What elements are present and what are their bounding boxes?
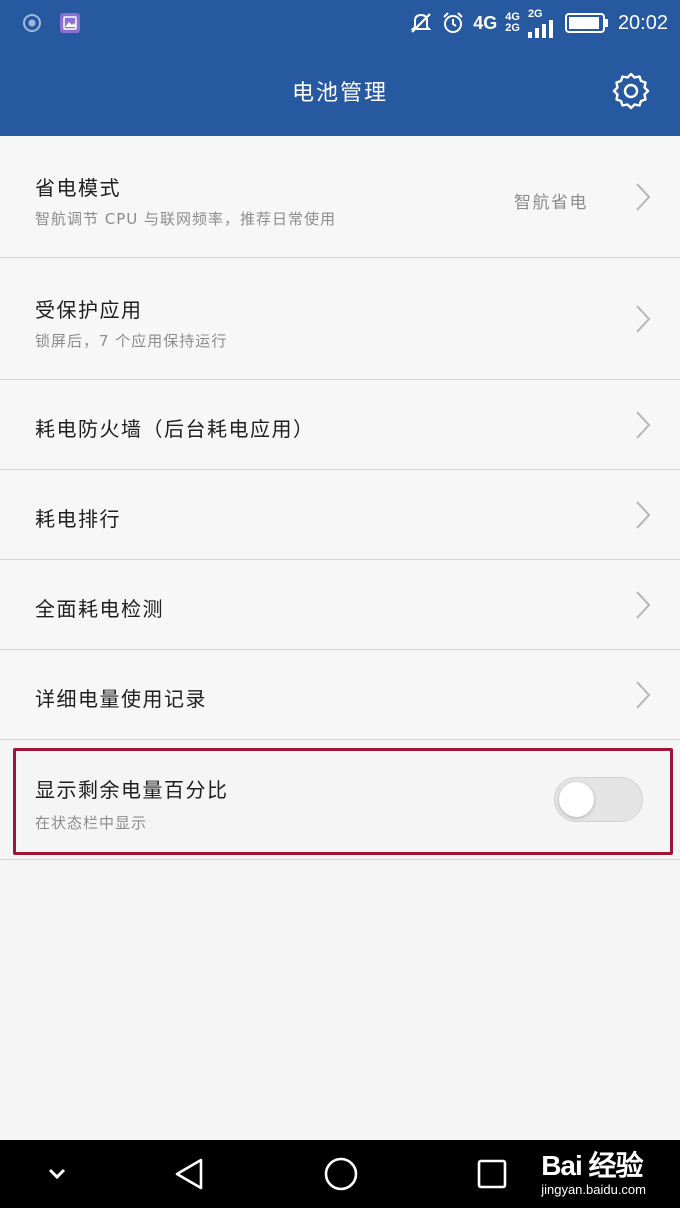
list-item-title: 耗电防火墙（后台耗电应用） [35, 417, 315, 441]
list-item-title: 耗电排行 [35, 507, 121, 531]
list-item-title: 省电模式 [35, 176, 121, 200]
page-title: 电池管理 [291, 81, 388, 106]
back-triangle-icon [175, 1158, 203, 1190]
sim2-network-label: 2G [505, 22, 520, 34]
settings-list: 省电模式 智航调节 CPU 与联网频率，推荐日常使用 智航省电 受保护应用 锁屏… [0, 136, 680, 740]
watermark-url: jingyan.baidu.com [541, 1182, 646, 1197]
settings-button[interactable] [608, 68, 654, 114]
status-bar: 4G 4G 2G 2G 20:02 [0, 0, 680, 46]
status-left [20, 11, 82, 35]
chevron-right-icon [632, 589, 654, 621]
list-item-detailed-usage[interactable]: 详细电量使用记录 [0, 650, 680, 740]
hide-nav-button[interactable] [42, 1154, 72, 1194]
gear-icon [612, 72, 650, 110]
clock: 20:02 [617, 11, 668, 34]
status-right: 4G 4G 2G 2G 20:02 [409, 7, 668, 38]
app-header: 电池管理 [0, 46, 680, 136]
list-item-battery-percentage[interactable]: 显示剩余电量百分比 在状态栏中显示 [0, 738, 680, 860]
list-item-subtitle: 锁屏后，7 个应用保持运行 [35, 332, 228, 350]
notification-circle-icon [20, 11, 44, 35]
list-item-title: 受保护应用 [35, 298, 143, 322]
list-item-protected-apps[interactable]: 受保护应用 锁屏后，7 个应用保持运行 [0, 258, 680, 380]
chevron-right-icon [632, 409, 654, 441]
toggle-item-subtitle: 在状态栏中显示 [35, 814, 148, 832]
chevron-right-icon [632, 181, 654, 213]
list-item-power-ranking[interactable]: 耗电排行 [0, 470, 680, 560]
list-item-value: 智航省电 [514, 193, 588, 213]
chevron-right-icon [632, 499, 654, 531]
list-item-full-power-check[interactable]: 全面耗电检测 [0, 560, 680, 650]
gallery-icon [58, 11, 82, 35]
home-circle-icon [324, 1157, 358, 1191]
list-item-subtitle: 智航调节 CPU 与联网频率，推荐日常使用 [35, 210, 337, 228]
list-item-title: 详细电量使用记录 [35, 687, 207, 711]
home-button[interactable] [320, 1154, 362, 1194]
dual-sim-network: 4G 2G [505, 12, 520, 34]
list-item-title: 全面耗电检测 [35, 597, 164, 621]
network-main-label: 4G [473, 12, 498, 33]
chevron-down-icon [48, 1168, 66, 1180]
chevron-right-icon [632, 303, 654, 335]
mute-icon [409, 11, 433, 35]
toggle-item-title: 显示剩余电量百分比 [35, 778, 229, 802]
signal-icon: 2G [527, 7, 556, 38]
list-item-power-firewall[interactable]: 耗电防火墙（后台耗电应用） [0, 380, 680, 470]
battery-icon [564, 11, 610, 35]
battery-percentage-toggle[interactable] [554, 777, 643, 822]
recents-square-icon [477, 1159, 507, 1189]
list-item-power-saving-mode[interactable]: 省电模式 智航调节 CPU 与联网频率，推荐日常使用 智航省电 [0, 136, 680, 258]
toggle-knob [559, 782, 594, 817]
watermark-brand: Bai 经验 [541, 1150, 643, 1181]
recents-button[interactable] [472, 1154, 512, 1194]
navigation-bar: Bai 经验 jingyan.baidu.com [0, 1140, 680, 1208]
watermark: Bai 经验 jingyan.baidu.com [541, 1144, 646, 1197]
chevron-right-icon [632, 679, 654, 711]
sim2-network-top-label: 2G [527, 7, 543, 20]
back-button[interactable] [168, 1154, 210, 1194]
alarm-icon [441, 11, 465, 35]
